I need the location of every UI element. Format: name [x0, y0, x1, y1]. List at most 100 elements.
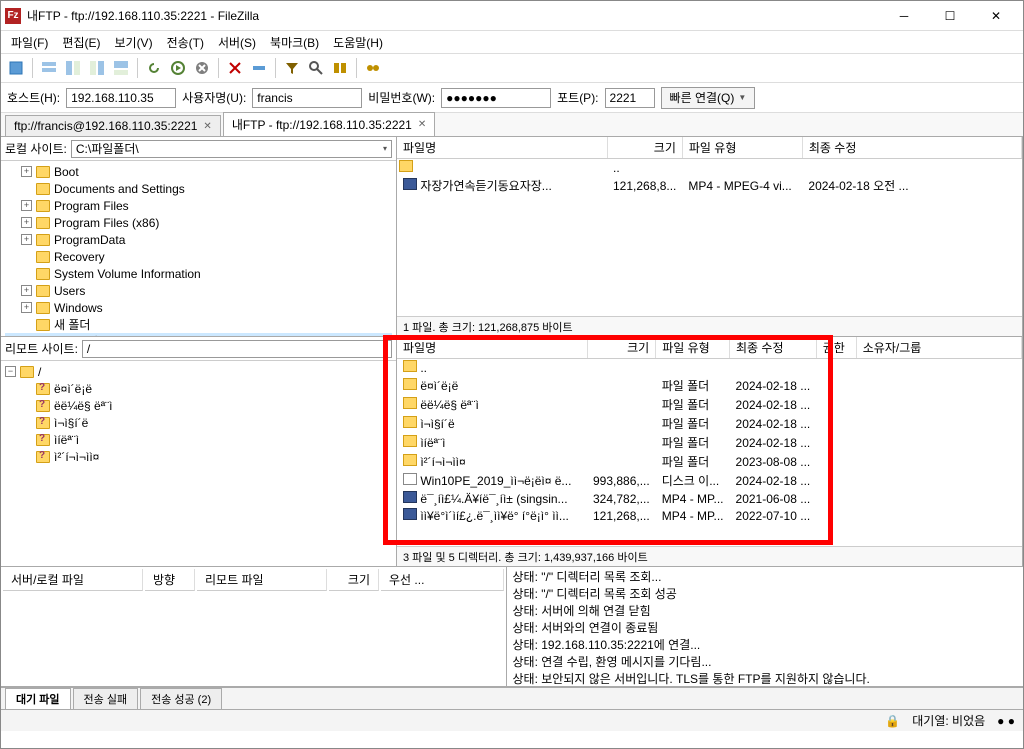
menu-server[interactable]: 서버(S)	[212, 32, 262, 53]
window-title: 내FTP - ftp://192.168.110.35:2221 - FileZ…	[27, 7, 881, 24]
tree-node[interactable]: +ProgramData	[5, 231, 392, 248]
log-line: 상태: 서버와의 연결이 종료됨	[513, 620, 1018, 637]
file-row[interactable]: ìíëª¨ì파일 폴더2024-02-18 ...	[397, 433, 1022, 452]
col-type[interactable]: 파일 유형	[682, 137, 802, 159]
tree-node[interactable]: ìíëª¨ì	[5, 431, 392, 448]
menu-help[interactable]: 도움말(H)	[327, 32, 389, 53]
remote-upper-filelist[interactable]: 파일명 크기 파일 유형 최종 수정 .. 자장가연속듣기동요자장...121,…	[397, 137, 1022, 316]
transfer-queue[interactable]: 서버/로컬 파일 방향 리모트 파일 크기 우선 ...	[1, 567, 507, 686]
local-pane: 로컬 사이트: C:\파일폴더\▾ +BootDocuments and Set…	[1, 137, 397, 336]
tree-node[interactable]: ì¬ì§í´ë	[5, 414, 392, 431]
remote-site-label: 리모트 사이트:	[5, 340, 78, 357]
file-row[interactable]: Win10PE_2019_ìì¬ë¡ëì¤ ë...993,886,...디스크…	[397, 471, 1022, 490]
tab-success[interactable]: 전송 성공 (2)	[140, 688, 222, 710]
remote-filelist[interactable]: 파일명 크기 파일 유형 최종 수정 권한 소유자/그룹 .. ë¤ì´ë¡ë파…	[397, 337, 1022, 546]
file-row[interactable]: ì²´í¬ì¬ìì¤파일 폴더2023-08-08 ...	[397, 452, 1022, 471]
tree-node[interactable]: +Windows	[5, 299, 392, 316]
file-row[interactable]: ì¬ì§í´ë파일 폴더2024-02-18 ...	[397, 414, 1022, 433]
sitemanager-button[interactable]	[5, 57, 27, 79]
col-perm[interactable]: 권한	[816, 337, 856, 359]
menu-edit[interactable]: 편집(E)	[56, 32, 106, 53]
close-button[interactable]: ✕	[973, 2, 1019, 30]
tree-node[interactable]: System Volume Information	[5, 265, 392, 282]
filter-button[interactable]	[281, 57, 303, 79]
tree-node[interactable]: +Users	[5, 282, 392, 299]
tree-node[interactable]: ëë¼ë§ ëª¨ì	[5, 397, 392, 414]
tab-queue[interactable]: 대기 파일	[5, 688, 71, 710]
tab-connection-0[interactable]: ftp://francis@192.168.110.35:2221✕	[5, 115, 221, 136]
file-row[interactable]: ë¤ì´ë¡ë파일 폴더2024-02-18 ...	[397, 376, 1022, 395]
search-button[interactable]	[362, 57, 384, 79]
cancel-button[interactable]	[191, 57, 213, 79]
tree-node[interactable]: 파일폴더	[5, 333, 392, 336]
col-size[interactable]: 크기	[607, 137, 682, 159]
col-name[interactable]: 파일명	[397, 337, 587, 359]
col-type[interactable]: 파일 유형	[656, 337, 730, 359]
menu-bar: 파일(F) 편집(E) 보기(V) 전송(T) 서버(S) 북마크(B) 도움말…	[1, 31, 1023, 53]
file-row[interactable]: ëë¼ë§ ëª¨ì파일 폴더2024-02-18 ...	[397, 395, 1022, 414]
quick-connect-button[interactable]: 빠른 연결(Q)▼	[661, 87, 756, 109]
sync-button[interactable]	[329, 57, 351, 79]
remote-tree[interactable]: −/ë¤ì´ë¡ëëë¼ë§ ëª¨ìì¬ì§í´ëìíëª¨ìì²´í¬ì¬ì…	[1, 361, 396, 566]
col-dir[interactable]: 방향	[145, 569, 195, 591]
process-queue-button[interactable]	[167, 57, 189, 79]
tree-node[interactable]: −/	[5, 363, 392, 380]
tree-node[interactable]: Recovery	[5, 248, 392, 265]
col-size[interactable]: 크기	[587, 337, 656, 359]
local-tree[interactable]: +BootDocuments and Settings+Program File…	[1, 161, 396, 336]
toggle-log-button[interactable]	[38, 57, 60, 79]
refresh-button[interactable]	[143, 57, 165, 79]
menu-file[interactable]: 파일(F)	[5, 32, 54, 53]
host-input[interactable]	[66, 88, 176, 108]
reconnect-button[interactable]	[248, 57, 270, 79]
tree-node[interactable]: 새 폴더	[5, 316, 392, 333]
col-name[interactable]: 파일명	[397, 137, 607, 159]
col-prio[interactable]: 우선 ...	[381, 569, 504, 591]
col-modified[interactable]: 최종 수정	[730, 337, 817, 359]
remote-files-status: 3 파일 및 5 디렉터리. 총 크기: 1,439,937,166 바이트	[397, 546, 1022, 566]
maximize-button[interactable]: ☐	[927, 2, 973, 30]
tree-node[interactable]: Documents and Settings	[5, 180, 392, 197]
tab-connection-1[interactable]: 내FTP - ftp://192.168.110.35:2221✕	[223, 112, 435, 136]
remote-path-combo[interactable]: /▾	[82, 340, 392, 358]
file-row[interactable]: ìì¥ë°ì´ìí£¿.ë¯¸ìì¥ë° í°ë¡ì° ìì...121,268…	[397, 507, 1022, 524]
status-indicator: ● ●	[997, 714, 1015, 728]
message-log[interactable]: 상태: "/" 디렉터리 목록 조회...상태: "/" 디렉터리 목록 조회 …	[507, 567, 1024, 686]
file-row[interactable]: ë¯¸íì£¼.Ä¥íë¯¸íì± (singsin...324,782,...…	[397, 490, 1022, 507]
menu-transfer[interactable]: 전송(T)	[161, 32, 210, 53]
tree-node[interactable]: +Boot	[5, 163, 392, 180]
file-row[interactable]: 자장가연속듣기동요자장...121,268,8...MP4 - MPEG-4 v…	[397, 176, 1022, 195]
tab-failed[interactable]: 전송 실패	[73, 688, 139, 710]
remote-files-pane: 파일명 크기 파일 유형 최종 수정 권한 소유자/그룹 .. ë¤ì´ë¡ë파…	[397, 337, 1023, 566]
close-tab-icon[interactable]: ✕	[418, 119, 426, 130]
toggle-local-tree-button[interactable]	[62, 57, 84, 79]
compare-button[interactable]	[305, 57, 327, 79]
pass-input[interactable]	[441, 88, 551, 108]
title-bar: Fz 내FTP - ftp://192.168.110.35:2221 - Fi…	[1, 1, 1023, 31]
toggle-remote-tree-button[interactable]	[86, 57, 108, 79]
status-bar: 🔒 대기열: 비었음 ● ●	[1, 709, 1023, 731]
remote-upper-status: 1 파일. 총 크기: 121,268,875 바이트	[397, 316, 1022, 336]
minimize-button[interactable]: ─	[881, 2, 927, 30]
user-input[interactable]	[252, 88, 362, 108]
menu-bookmarks[interactable]: 북마크(B)	[264, 32, 325, 53]
tree-node[interactable]: ì²´í¬ì¬ìì¤	[5, 448, 392, 465]
col-remote[interactable]: 리모트 파일	[197, 569, 327, 591]
toggle-queue-button[interactable]	[110, 57, 132, 79]
tree-node[interactable]: +Program Files	[5, 197, 392, 214]
port-input[interactable]	[605, 88, 655, 108]
col-owner[interactable]: 소유자/그룹	[856, 337, 1021, 359]
tree-node[interactable]: +Program Files (x86)	[5, 214, 392, 231]
col-server[interactable]: 서버/로컬 파일	[3, 569, 143, 591]
col-size[interactable]: 크기	[329, 569, 379, 591]
tree-node[interactable]: ë¤ì´ë¡ë	[5, 380, 392, 397]
close-tab-icon[interactable]: ✕	[203, 121, 211, 132]
menu-view[interactable]: 보기(V)	[108, 32, 158, 53]
user-label: 사용자명(U):	[182, 89, 246, 106]
quick-connect-bar: 호스트(H): 사용자명(U): 비밀번호(W): 포트(P): 빠른 연결(Q…	[1, 83, 1023, 113]
col-modified[interactable]: 최종 수정	[802, 137, 1021, 159]
file-row[interactable]: ..	[397, 359, 1022, 377]
local-path-combo[interactable]: C:\파일폴더\▾	[71, 140, 392, 158]
disconnect-button[interactable]	[224, 57, 246, 79]
log-line: 상태: 보안되지 않은 서버입니다. TLS를 통한 FTP를 지원하지 않습니…	[513, 671, 1018, 686]
